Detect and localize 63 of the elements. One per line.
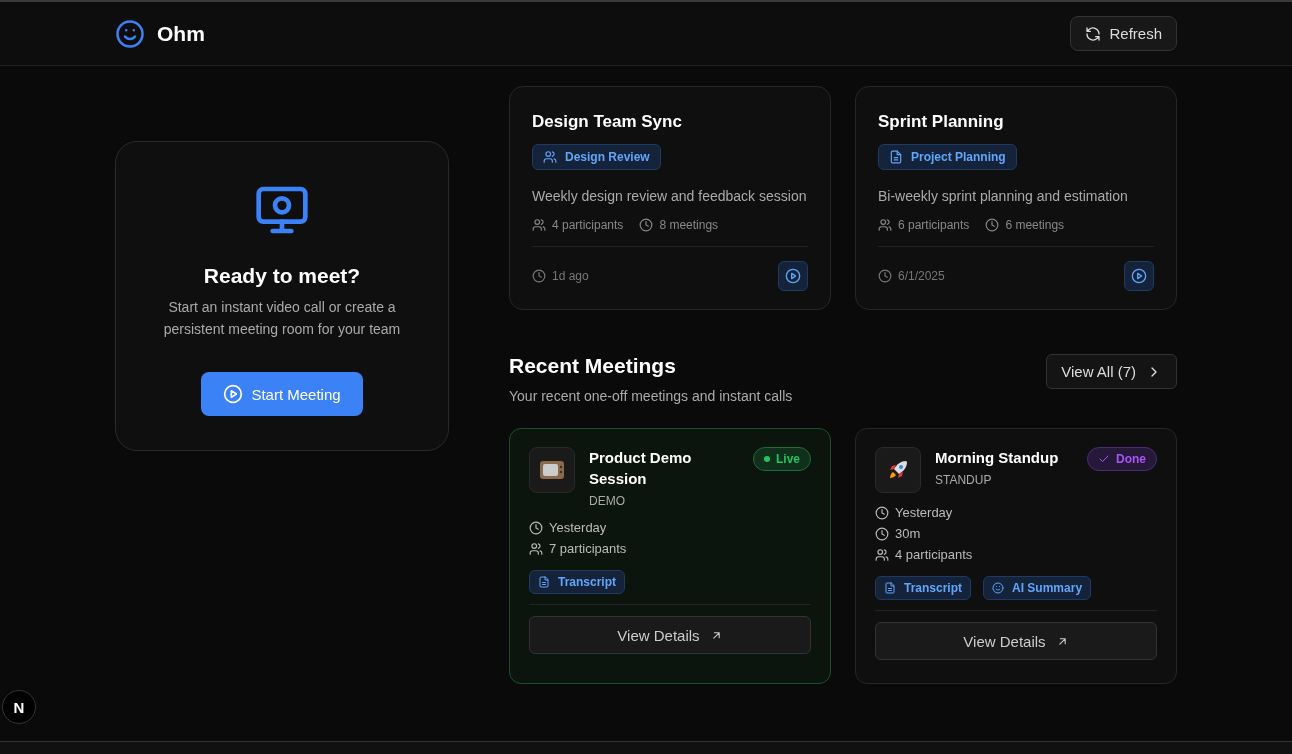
room-title: Sprint Planning [878,112,1005,132]
clock-icon [529,520,543,535]
dev-badge[interactable]: N [2,690,36,724]
room-tag: Project Planning [878,144,1017,170]
smiley-icon [992,582,1005,594]
meeting-tag[interactable]: Transcript [529,570,626,594]
play-icon [785,268,801,284]
check-icon [1098,453,1110,465]
start-meeting-button[interactable]: Start Meeting [201,372,363,416]
room-description: Weekly design review and feedback session [532,188,808,204]
play-icon [1131,268,1147,284]
people-icon [543,150,557,164]
meeting-count: 6 meetings [1005,218,1065,232]
people-icon [532,218,546,232]
last-meeting-time: 6/1/2025 [898,269,945,283]
status-badge: Live [753,447,811,471]
document-icon [884,582,896,594]
clock-icon [985,218,1000,232]
section-subtitle: Your recent one-off meetings and instant calls [509,388,793,404]
hero-title: Ready to meet? [203,264,361,288]
document-icon [538,576,550,588]
meeting-title: Morning Standup [935,448,1060,468]
clock-icon [875,526,889,541]
meeting-count: 8 meetings [659,218,719,232]
refresh-button[interactable]: Refresh [1070,16,1177,51]
participant-count: 4 participants [552,218,624,232]
meeting-type: DEMO [589,494,626,508]
smiley-logo-icon [115,18,145,49]
refresh-icon [1085,25,1102,42]
clock-icon [875,505,889,520]
meeting-detail: Yesterday [895,505,953,520]
brand-name: Ohm [157,21,205,46]
view-all-button[interactable]: View All (7) [1046,354,1177,389]
section-title: Recent Meetings [509,354,677,378]
join-room-button[interactable] [1124,261,1154,291]
clock-icon [878,269,892,283]
room-description: Bi-weekly sprint planning and estimation [878,188,1129,204]
tv-icon [539,458,565,482]
meeting-detail: Yesterday [549,520,607,535]
document-icon [889,150,903,164]
view-details-button[interactable]: View Details [529,616,811,654]
join-room-button[interactable] [778,261,808,291]
status-badge: Done [1087,447,1157,471]
meeting-tag[interactable]: Transcript [875,576,972,600]
play-icon [223,384,244,404]
room-tag: Design Review [532,144,661,170]
meeting-detail: 7 participants [549,541,627,556]
view-details-button[interactable]: View Details [875,622,1157,660]
participant-count: 6 participants [898,218,970,232]
last-meeting-time: 1d ago [552,269,589,283]
meeting-title: Product Demo Session [589,448,693,489]
meeting-type: STANDUP [935,473,993,487]
people-icon [875,547,889,562]
meeting-detail: 4 participants [895,547,973,562]
clock-icon [639,218,654,232]
meeting-detail: 30m [895,526,921,541]
clock-icon [532,269,546,283]
room-title: Design Team Sync [532,112,683,132]
live-dot-icon [764,456,770,462]
hero-description: Start an instant video call or create a persistent meeting room for your team [162,298,402,339]
people-icon [529,541,543,556]
meeting-tag[interactable]: AI Summary [983,576,1092,600]
people-icon [878,218,892,232]
